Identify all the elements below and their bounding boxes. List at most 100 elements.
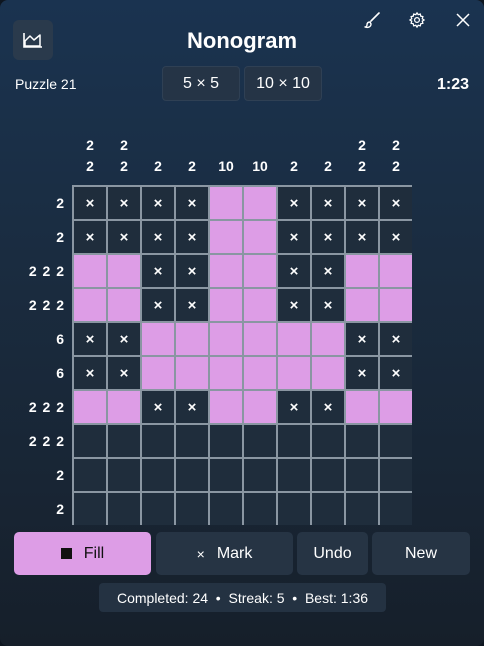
- cell-filled[interactable]: [244, 221, 276, 253]
- size-10x10-button[interactable]: 10 × 10: [244, 66, 322, 101]
- cell-marked[interactable]: ×: [108, 323, 140, 355]
- cell-filled[interactable]: [346, 289, 378, 321]
- cell-marked[interactable]: ×: [142, 391, 174, 423]
- cell-empty[interactable]: [312, 493, 344, 525]
- cell-filled[interactable]: [142, 357, 174, 389]
- cell-filled[interactable]: [74, 289, 106, 321]
- size-5x5-button[interactable]: 5 × 5: [162, 66, 240, 101]
- cell-empty[interactable]: [312, 425, 344, 457]
- cell-empty[interactable]: [176, 425, 208, 457]
- cell-filled[interactable]: [74, 255, 106, 287]
- new-game-button[interactable]: New: [372, 532, 470, 575]
- cell-filled[interactable]: [108, 289, 140, 321]
- cell-empty[interactable]: [244, 459, 276, 491]
- cell-marked[interactable]: ×: [176, 289, 208, 321]
- cell-filled[interactable]: [346, 255, 378, 287]
- cell-empty[interactable]: [278, 493, 310, 525]
- cell-filled[interactable]: [210, 357, 242, 389]
- cell-filled[interactable]: [346, 391, 378, 423]
- cell-marked[interactable]: ×: [176, 187, 208, 219]
- cell-marked[interactable]: ×: [74, 187, 106, 219]
- cell-empty[interactable]: [346, 425, 378, 457]
- cell-empty[interactable]: [74, 425, 106, 457]
- cell-marked[interactable]: ×: [346, 187, 378, 219]
- cell-marked[interactable]: ×: [142, 255, 174, 287]
- cell-filled[interactable]: [278, 323, 310, 355]
- cell-empty[interactable]: [142, 493, 174, 525]
- cell-filled[interactable]: [210, 255, 242, 287]
- cell-marked[interactable]: ×: [380, 323, 412, 355]
- cell-empty[interactable]: [278, 425, 310, 457]
- cell-marked[interactable]: ×: [74, 357, 106, 389]
- cell-marked[interactable]: ×: [312, 255, 344, 287]
- cell-marked[interactable]: ×: [74, 221, 106, 253]
- cell-empty[interactable]: [176, 493, 208, 525]
- cell-marked[interactable]: ×: [380, 357, 412, 389]
- cell-empty[interactable]: [244, 425, 276, 457]
- cell-filled[interactable]: [312, 323, 344, 355]
- cell-marked[interactable]: ×: [312, 221, 344, 253]
- cell-marked[interactable]: ×: [380, 221, 412, 253]
- cell-empty[interactable]: [142, 425, 174, 457]
- cell-empty[interactable]: [108, 493, 140, 525]
- cell-filled[interactable]: [244, 357, 276, 389]
- cell-empty[interactable]: [210, 425, 242, 457]
- cell-marked[interactable]: ×: [312, 391, 344, 423]
- cell-empty[interactable]: [176, 459, 208, 491]
- cell-filled[interactable]: [210, 289, 242, 321]
- cell-filled[interactable]: [380, 391, 412, 423]
- cell-filled[interactable]: [244, 391, 276, 423]
- cell-marked[interactable]: ×: [380, 187, 412, 219]
- cell-empty[interactable]: [142, 459, 174, 491]
- cell-empty[interactable]: [380, 493, 412, 525]
- cell-filled[interactable]: [244, 187, 276, 219]
- cell-empty[interactable]: [346, 459, 378, 491]
- cell-marked[interactable]: ×: [278, 391, 310, 423]
- cell-filled[interactable]: [244, 323, 276, 355]
- cell-empty[interactable]: [74, 493, 106, 525]
- cell-empty[interactable]: [346, 493, 378, 525]
- cell-empty[interactable]: [74, 459, 106, 491]
- cell-marked[interactable]: ×: [278, 187, 310, 219]
- cell-empty[interactable]: [244, 493, 276, 525]
- cell-empty[interactable]: [210, 493, 242, 525]
- cell-empty[interactable]: [380, 425, 412, 457]
- cell-empty[interactable]: [312, 459, 344, 491]
- cell-empty[interactable]: [108, 459, 140, 491]
- cell-marked[interactable]: ×: [346, 221, 378, 253]
- cell-filled[interactable]: [312, 357, 344, 389]
- cell-marked[interactable]: ×: [108, 221, 140, 253]
- cell-filled[interactable]: [142, 323, 174, 355]
- fill-mode-button[interactable]: Fill: [14, 532, 151, 575]
- cell-marked[interactable]: ×: [176, 391, 208, 423]
- cell-marked[interactable]: ×: [176, 221, 208, 253]
- cell-filled[interactable]: [176, 323, 208, 355]
- cell-marked[interactable]: ×: [278, 255, 310, 287]
- undo-button[interactable]: Undo: [297, 532, 368, 575]
- cell-marked[interactable]: ×: [346, 357, 378, 389]
- cell-empty[interactable]: [108, 425, 140, 457]
- cell-empty[interactable]: [210, 459, 242, 491]
- cell-filled[interactable]: [210, 323, 242, 355]
- cell-filled[interactable]: [380, 255, 412, 287]
- cell-marked[interactable]: ×: [142, 289, 174, 321]
- cell-marked[interactable]: ×: [312, 187, 344, 219]
- cell-marked[interactable]: ×: [312, 289, 344, 321]
- cell-filled[interactable]: [278, 357, 310, 389]
- cell-filled[interactable]: [244, 289, 276, 321]
- cell-marked[interactable]: ×: [346, 323, 378, 355]
- cell-marked[interactable]: ×: [278, 289, 310, 321]
- cell-marked[interactable]: ×: [108, 357, 140, 389]
- cell-marked[interactable]: ×: [278, 221, 310, 253]
- cell-marked[interactable]: ×: [108, 187, 140, 219]
- cell-marked[interactable]: ×: [142, 221, 174, 253]
- cell-filled[interactable]: [176, 357, 208, 389]
- cell-empty[interactable]: [278, 459, 310, 491]
- cell-filled[interactable]: [74, 391, 106, 423]
- cell-empty[interactable]: [380, 459, 412, 491]
- cell-filled[interactable]: [108, 391, 140, 423]
- cell-filled[interactable]: [210, 187, 242, 219]
- cell-marked[interactable]: ×: [142, 187, 174, 219]
- mark-mode-button[interactable]: × Mark: [156, 532, 293, 575]
- cell-filled[interactable]: [380, 289, 412, 321]
